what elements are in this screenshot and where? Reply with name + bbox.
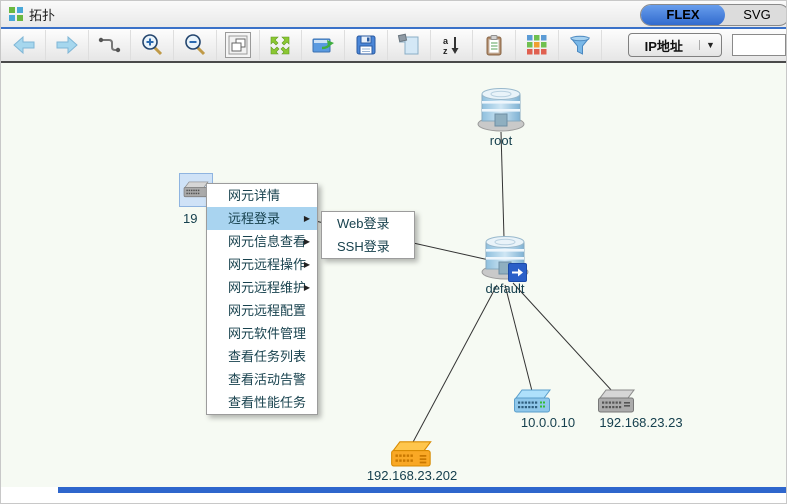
menu-item-ne-remote-config[interactable]: 网元远程配置: [207, 299, 317, 322]
task-list-clipboard-icon: [482, 33, 506, 57]
fit-content-icon: [268, 34, 292, 56]
subnet-building-icon: [475, 85, 527, 133]
search-type-dropdown[interactable]: IP地址 ▼: [628, 33, 722, 57]
node-label-192-168-23-23: 192.168.23.23: [593, 415, 689, 430]
switch-icon: [597, 389, 637, 415]
topology-edges: [1, 63, 787, 501]
svg-text:z: z: [443, 46, 448, 56]
submenu-item-web-login[interactable]: Web登录: [322, 212, 414, 235]
router-icon: [390, 440, 434, 470]
menu-item-ne-remote-operation[interactable]: 网元远程操作 ▶: [207, 253, 317, 276]
page-title: 拓扑: [29, 5, 55, 24]
filter-funnel-icon: [568, 34, 592, 56]
submenu-item-ssh-login[interactable]: SSH登录: [322, 235, 414, 258]
node-label-root: root: [461, 133, 541, 148]
save-button[interactable]: [345, 30, 388, 60]
menu-item-ne-software-mgmt[interactable]: 网元软件管理: [207, 322, 317, 345]
menu-item-view-active-alarms[interactable]: 查看活动告警: [207, 368, 317, 391]
switch-icon: [513, 389, 553, 415]
topology-canvas[interactable]: root default: [1, 63, 787, 501]
export-image-button[interactable]: [302, 30, 345, 60]
title-bar: 拓扑 FLEX SVG: [1, 1, 786, 29]
zoom-in-icon: [140, 33, 164, 57]
bottom-strip: [1, 487, 787, 501]
link-path-button[interactable]: [89, 30, 132, 60]
bottom-scroll-bar[interactable]: [58, 487, 787, 493]
task-list-button[interactable]: [473, 30, 516, 60]
view-toggle: FLEX SVG: [640, 4, 787, 26]
arrow-right-icon: [511, 266, 524, 279]
node-label-default: default: [465, 281, 545, 296]
back-arrow-icon: [11, 34, 37, 56]
legend-button[interactable]: [516, 30, 559, 60]
chevron-down-icon: ▼: [699, 40, 721, 50]
submenu-arrow-icon: ▶: [304, 230, 310, 253]
topology-grid-icon: [9, 7, 23, 21]
menu-item-ne-info-view[interactable]: 网元信息查看 ▶: [207, 230, 317, 253]
set-background-button[interactable]: [388, 30, 431, 60]
search-type-label: IP地址: [629, 36, 699, 55]
view-toggle-svg[interactable]: SVG: [725, 4, 787, 26]
menu-item-label: 网元远程维护: [228, 280, 306, 295]
zoom-in-button[interactable]: [131, 30, 174, 60]
context-menu: 网元详情 远程登录 ▶ 网元信息查看 ▶ 网元远程操作 ▶ 网元远程维护 ▶ 网…: [206, 183, 318, 415]
filter-button[interactable]: [559, 30, 602, 60]
menu-item-label: 网元远程操作: [228, 257, 306, 272]
legend-grid-icon: [526, 34, 548, 56]
forward-arrow-icon: [54, 34, 80, 56]
remote-login-submenu: Web登录 SSH登录: [321, 211, 415, 259]
menu-item-label: 网元信息查看: [228, 234, 306, 249]
submenu-arrow-icon: ▶: [304, 207, 310, 230]
node-root[interactable]: [475, 85, 527, 138]
zoom-out-icon: [183, 33, 207, 57]
menu-item-label: 远程登录: [228, 211, 280, 226]
menu-item-ne-remote-maintenance[interactable]: 网元远程维护 ▶: [207, 276, 317, 299]
overview-window-icon: [226, 33, 250, 57]
toolbar: a z: [1, 29, 786, 63]
fit-content-button[interactable]: [260, 30, 303, 60]
view-toggle-flex[interactable]: FLEX: [641, 4, 725, 26]
menu-item-ne-details[interactable]: 网元详情: [207, 184, 317, 207]
back-button[interactable]: [3, 30, 46, 60]
menu-item-remote-login[interactable]: 远程登录 ▶: [207, 207, 317, 230]
sort-button[interactable]: a z: [431, 30, 474, 60]
sort-az-icon: a z: [439, 33, 463, 57]
search-input[interactable]: [732, 34, 786, 56]
menu-item-view-task-list[interactable]: 查看任务列表: [207, 345, 317, 368]
submenu-arrow-icon: ▶: [304, 253, 310, 276]
overview-window-button[interactable]: [217, 30, 260, 60]
topology-window: 拓扑 FLEX SVG: [0, 0, 787, 504]
node-status-badge: [508, 263, 527, 282]
submenu-arrow-icon: ▶: [304, 276, 310, 299]
forward-button[interactable]: [46, 30, 89, 60]
link-path-icon: [96, 34, 122, 56]
export-image-icon: [310, 34, 336, 56]
zoom-out-button[interactable]: [174, 30, 217, 60]
svg-text:a: a: [443, 36, 449, 46]
set-background-icon: [397, 33, 421, 57]
node-label-192-168-23-202: 192.168.23.202: [352, 468, 472, 483]
node-label-10-0-0-10: 10.0.0.10: [508, 415, 588, 430]
save-icon: [354, 33, 378, 57]
menu-item-view-performance-tasks[interactable]: 查看性能任务: [207, 391, 317, 414]
